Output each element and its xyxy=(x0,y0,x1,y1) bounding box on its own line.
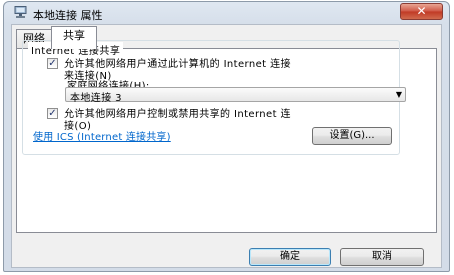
chevron-down-icon: ▼ xyxy=(395,90,402,99)
title-bar[interactable]: 本地连接 属性 ✕ xyxy=(4,2,449,24)
ok-button[interactable]: 确定 xyxy=(249,248,331,266)
allow-control-checkbox[interactable]: ✓ xyxy=(47,108,58,119)
allow-control-label-line1[interactable]: 允许其他网络用户控制或禁用共享的 Internet 连 xyxy=(64,105,291,120)
close-button[interactable]: ✕ xyxy=(400,3,443,20)
settings-button[interactable]: 设置(G)... xyxy=(312,127,392,145)
home-network-select[interactable]: 本地连接 3 ▼ xyxy=(65,87,406,104)
ics-help-link[interactable]: 使用 ICS (Internet 连接共享) xyxy=(33,128,171,143)
tab-sharing[interactable]: 共享 xyxy=(51,26,97,49)
home-network-value: 本地连接 3 xyxy=(70,93,122,104)
allow-share-checkbox[interactable]: ✓ xyxy=(47,58,58,69)
window-title: 本地连接 属性 xyxy=(33,9,103,22)
cancel-button[interactable]: 取消 xyxy=(340,248,424,266)
network-adapter-icon xyxy=(14,6,27,18)
